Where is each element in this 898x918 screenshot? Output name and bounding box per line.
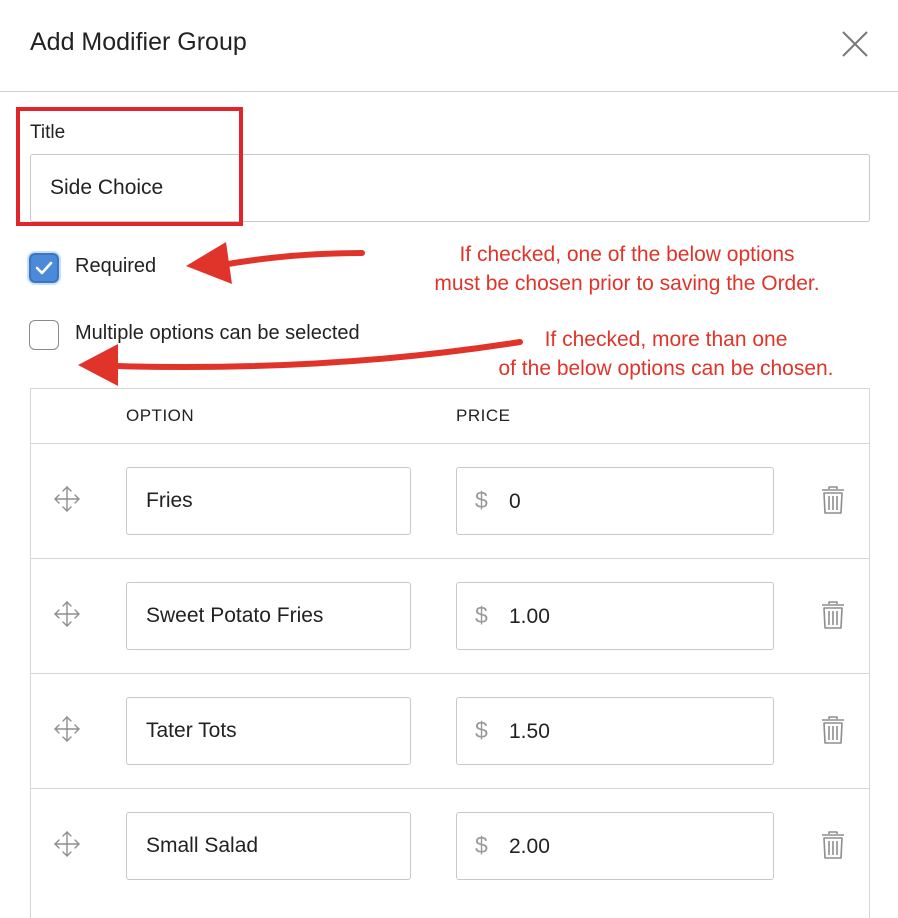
required-annotation-line-2: must be chosen prior to saving the Order… <box>434 272 820 295</box>
price-field: $ <box>456 582 774 650</box>
option-price-input[interactable] <box>507 584 761 650</box>
option-price-input[interactable] <box>507 699 761 765</box>
option-row: $ <box>31 788 869 904</box>
dialog-title: Add Modifier Group <box>30 28 247 56</box>
price-field: $ <box>456 467 774 535</box>
option-name-input[interactable] <box>126 697 411 765</box>
title-label: Title <box>30 122 66 143</box>
price-field: $ <box>456 697 774 765</box>
move-icon[interactable] <box>53 485 81 513</box>
multiple-options-checkbox[interactable] <box>29 320 59 350</box>
required-checkbox[interactable] <box>29 253 59 283</box>
currency-symbol: $ <box>475 487 488 513</box>
price-column-header: PRICE <box>456 406 511 425</box>
move-icon[interactable] <box>53 600 81 628</box>
move-icon[interactable] <box>53 830 81 858</box>
multiple-annotation-line-2: of the below options can be chosen. <box>498 357 834 380</box>
trash-icon[interactable] <box>820 830 846 860</box>
option-name-input[interactable] <box>126 582 411 650</box>
price-field: $ <box>456 812 774 880</box>
required-arrow <box>186 242 365 284</box>
option-price-input[interactable] <box>507 814 761 880</box>
trash-icon[interactable] <box>820 715 846 745</box>
currency-symbol: $ <box>475 717 488 743</box>
move-icon[interactable] <box>53 715 81 743</box>
multiple-options-label: Multiple options can be selected <box>75 322 360 344</box>
trash-icon[interactable] <box>820 485 846 515</box>
option-name-input[interactable] <box>126 467 411 535</box>
trash-icon[interactable] <box>820 600 846 630</box>
required-annotation-line-1: If checked, one of the below options <box>459 243 795 266</box>
multiple-arrow <box>78 339 523 386</box>
multiple-annotation: If checked, more than one of the below o… <box>466 325 866 383</box>
required-label: Required <box>75 255 157 277</box>
currency-symbol: $ <box>475 832 488 858</box>
multiple-annotation-line-1: If checked, more than one <box>544 328 788 351</box>
option-row: $ <box>31 443 869 559</box>
checkmark-icon <box>35 261 53 275</box>
options-table: OPTION PRICE $ <box>30 388 870 918</box>
option-price-input[interactable] <box>507 469 761 535</box>
dialog-header: Add Modifier Group <box>0 0 898 92</box>
option-column-header: OPTION <box>126 406 195 425</box>
title-input[interactable] <box>30 154 870 222</box>
option-row: $ <box>31 673 869 789</box>
currency-symbol: $ <box>475 602 488 628</box>
option-row: $ <box>31 558 869 674</box>
close-icon[interactable] <box>838 27 872 61</box>
option-name-input[interactable] <box>126 812 411 880</box>
required-annotation: If checked, one of the below options mus… <box>398 240 856 298</box>
